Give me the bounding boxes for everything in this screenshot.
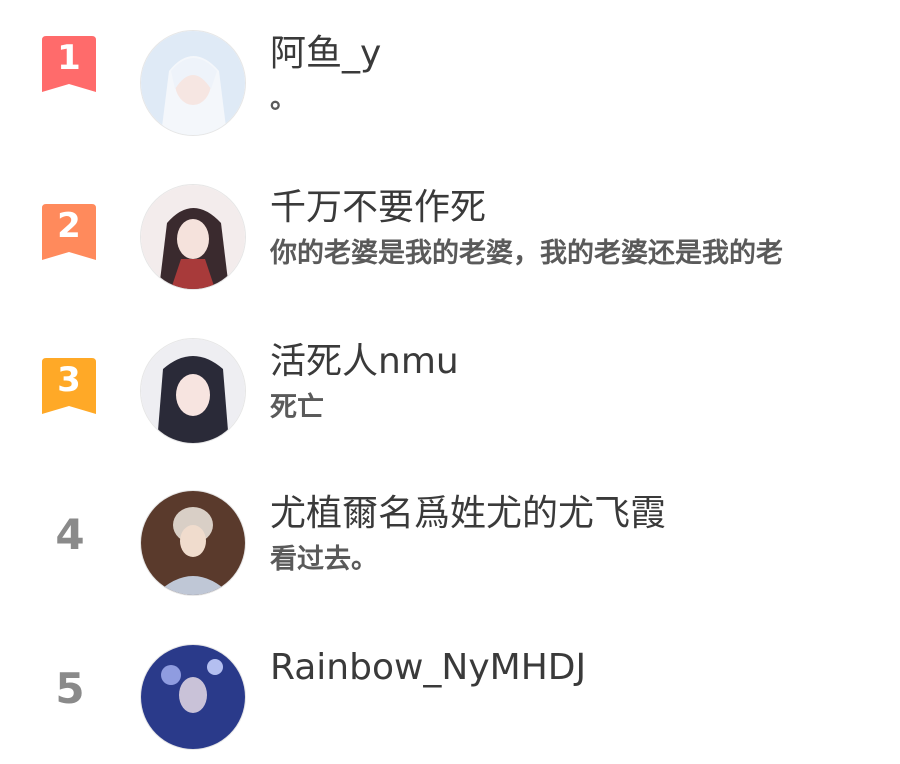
rank-number: 4 — [55, 510, 85, 559]
rank-badge: 2 — [42, 204, 96, 260]
rank-number: 2 — [57, 206, 81, 246]
avatar[interactable] — [140, 30, 246, 136]
rank-list-item[interactable]: 4 尤植爾名爲姓尤的尤飞霞 看过去。 — [0, 490, 900, 610]
user-name[interactable]: 千万不要作死 — [270, 186, 486, 230]
rank-badge: 1 — [42, 36, 96, 92]
avatar[interactable] — [140, 184, 246, 290]
rank-list-item[interactable]: 3 活死人nmu 死亡 — [0, 338, 900, 458]
user-signature: 死亡 — [270, 392, 324, 423]
rank-number: 3 — [57, 360, 81, 400]
rank-number: 5 — [55, 664, 85, 713]
rank-number: 1 — [57, 38, 81, 78]
avatar[interactable] — [140, 338, 246, 444]
user-signature: 你的老婆是我的老婆，我的老婆还是我的老 — [270, 238, 783, 269]
user-name[interactable]: 尤植爾名爲姓尤的尤飞霞 — [270, 492, 666, 536]
user-name[interactable]: 阿鱼_y — [270, 32, 381, 76]
rank-list-item[interactable]: 1 阿鱼_y 。 — [0, 30, 900, 150]
avatar[interactable] — [140, 644, 246, 750]
rank-list-item[interactable]: 2 千万不要作死 你的老婆是我的老婆，我的老婆还是我的老 — [0, 184, 900, 304]
avatar[interactable] — [140, 490, 246, 596]
rank-list-item[interactable]: 5 Rainbow_NyMHDJ — [0, 644, 900, 764]
rank-badge: 3 — [42, 358, 96, 414]
user-signature: 。 — [270, 84, 297, 115]
user-name[interactable]: 活死人nmu — [270, 340, 459, 384]
user-signature: 看过去。 — [270, 544, 378, 575]
user-name[interactable]: Rainbow_NyMHDJ — [270, 646, 586, 690]
